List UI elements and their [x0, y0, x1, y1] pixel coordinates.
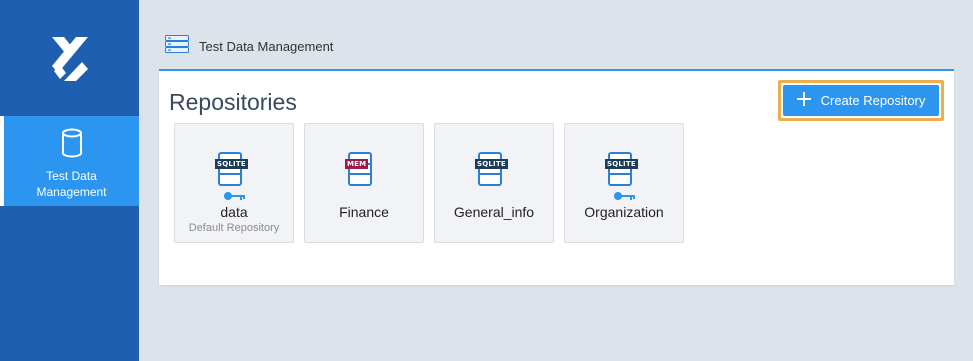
app: Test Data Management Test Data Managemen…: [0, 0, 973, 361]
panel-title: Repositories: [169, 89, 297, 115]
repository-name: Organization: [584, 204, 664, 220]
repository-card[interactable]: SQLITE data Default Repository: [174, 123, 294, 243]
repositories-panel: Repositories Create Repository SQLITE da…: [159, 69, 954, 285]
repository-name: General_info: [453, 204, 535, 220]
sidebar-item-test-data-management[interactable]: Test Data Management: [0, 116, 139, 206]
repository-type-badge: SQLITE: [215, 159, 248, 169]
repository-type-badge: SQLITE: [605, 159, 638, 169]
logo-icon: [51, 37, 88, 81]
repository-card[interactable]: MEM Finance: [304, 123, 424, 243]
repository-card[interactable]: SQLITE Organization: [564, 123, 684, 243]
server-stack-icon: [165, 34, 189, 58]
repository-list: SQLITE data Default Repository MEM Finan…: [174, 123, 684, 243]
repository-name: Finance: [339, 204, 389, 220]
create-repository-label: Create Repository: [820, 93, 926, 108]
page-title: Test Data Management: [199, 38, 334, 54]
plus-icon: [796, 92, 811, 109]
repository-type-badge: SQLITE: [475, 159, 508, 169]
repository-name: data: [220, 204, 248, 220]
database-icon: [61, 128, 83, 163]
repository-subtitle: Default Repository: [188, 222, 280, 234]
sidebar: Test Data Management: [0, 0, 139, 361]
create-repository-highlight: Create Repository: [778, 80, 944, 121]
app-logo[interactable]: [0, 0, 139, 116]
repository-type-badge: MEM: [345, 159, 369, 169]
create-repository-button[interactable]: Create Repository: [783, 85, 939, 116]
breadcrumb: Test Data Management: [165, 34, 334, 58]
sidebar-item-label: Test Data Management: [36, 169, 107, 199]
repository-card[interactable]: SQLITE General_info: [434, 123, 554, 243]
